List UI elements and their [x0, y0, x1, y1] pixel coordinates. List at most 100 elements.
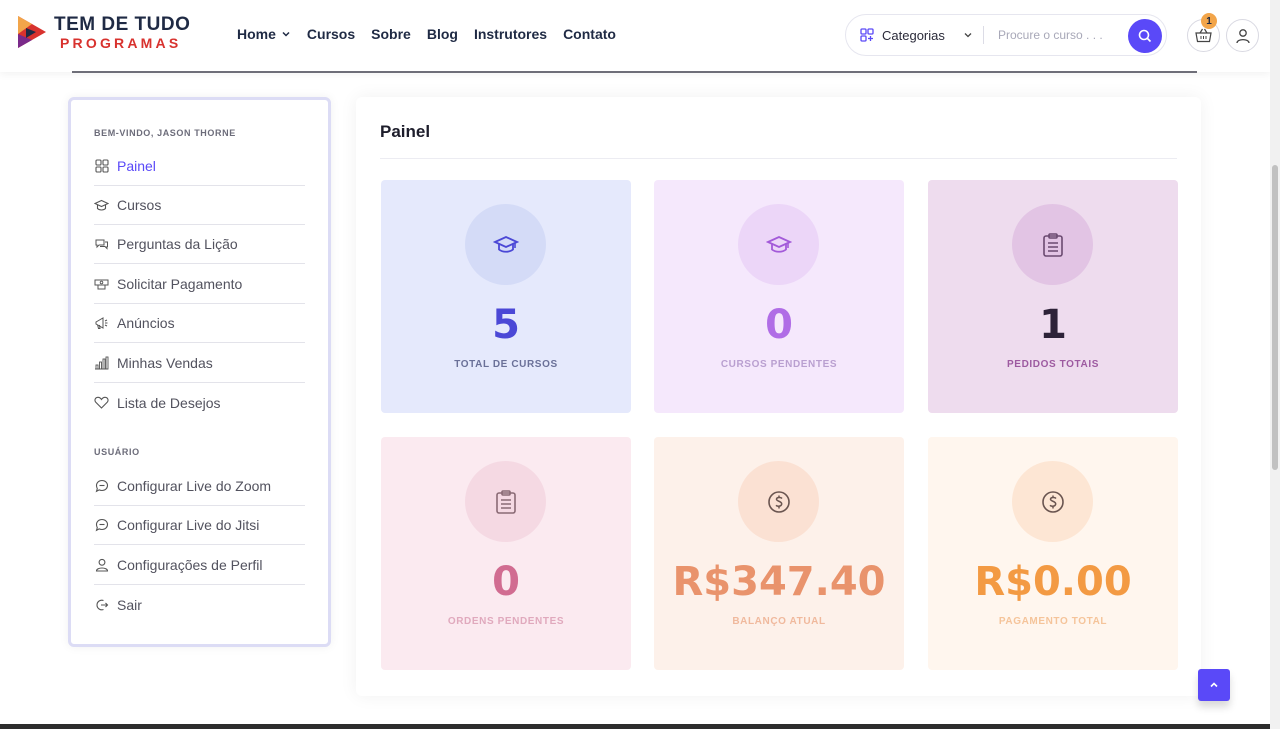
stat-card-cursos-pendentes: 0 CURSOS PENDENTES: [654, 180, 904, 413]
sidebar-item-label: Solicitar Pagamento: [117, 276, 243, 292]
sidebar-item-sair[interactable]: Sair: [94, 585, 305, 624]
main-nav: Home Cursos Sobre Blog Instrutores Conta…: [237, 26, 616, 42]
brand-logo[interactable]: TEM DE TUDO PROGRAMAS: [16, 14, 190, 50]
bar-chart-icon: [94, 356, 109, 371]
sidebar-item-label: Configurar Live do Zoom: [117, 478, 272, 494]
sidebar-item-label: Minhas Vendas: [117, 355, 213, 371]
bottom-edge: [0, 724, 1270, 729]
nav-instrutores[interactable]: Instrutores: [474, 26, 547, 42]
nav-home-label: Home: [237, 26, 276, 42]
site-header: TEM DE TUDO PROGRAMAS Home Cursos Sobre …: [0, 0, 1270, 72]
user-section-heading: USUÁRIO: [94, 447, 140, 457]
brand-name: TEM DE TUDO: [54, 13, 191, 35]
user-account-button[interactable]: [1226, 19, 1259, 52]
card-label: ORDENS PENDENTES: [447, 616, 565, 627]
cart-count-badge: 1: [1201, 13, 1217, 29]
stat-card-balanco-atual: R$347.40 BALANÇO ATUAL: [654, 437, 904, 670]
sidebar-item-perguntas[interactable]: Perguntas da Lição: [94, 225, 305, 264]
graduation-cap-icon: [94, 198, 109, 213]
dollar-icon: [1041, 490, 1064, 513]
header-divider: [72, 71, 1197, 73]
scrollbar-thumb[interactable]: [1272, 165, 1278, 470]
nav-blog[interactable]: Blog: [427, 26, 458, 42]
sidebar-item-label: Anúncios: [117, 315, 175, 331]
sidebar-item-label: Sair: [117, 596, 142, 613]
dashboard-sidebar: BEM-VINDO, JASON THORNE Painel Cursos Pe…: [68, 97, 331, 647]
stat-card-pedidos-totais: 1 PEDIDOS TOTAIS: [928, 180, 1178, 413]
card-icon-circle: [738, 204, 819, 285]
stat-card-total-cursos: 5 TOTAL DE CURSOS: [381, 180, 631, 413]
sidebar-item-minhas-vendas[interactable]: Minhas Vendas: [94, 344, 305, 383]
sidebar-item-solicitar-pagamento[interactable]: Solicitar Pagamento: [94, 265, 305, 304]
category-label: Categorias: [882, 27, 945, 43]
card-value: 0: [765, 302, 793, 348]
graduation-cap-icon: [492, 235, 519, 253]
sidebar-item-jitsi[interactable]: Configurar Live do Jitsi: [94, 506, 305, 545]
search-input[interactable]: [984, 28, 1114, 42]
scroll-to-top-button[interactable]: [1198, 669, 1230, 701]
user-icon: [94, 558, 109, 573]
comment-icon: [94, 479, 109, 494]
stat-card-ordens-pendentes: 0 ORDENS PENDENTES: [381, 437, 631, 670]
card-label: PEDIDOS TOTAIS: [1007, 359, 1099, 370]
logout-icon: [94, 597, 109, 612]
chevron-up-icon: [1210, 682, 1218, 688]
sidebar-item-label: Painel: [117, 158, 156, 174]
sidebar-item-perfil[interactable]: Configurações de Perfil: [94, 546, 305, 585]
sidebar-item-label: Configurar Live do Jitsi: [117, 517, 260, 533]
category-grid-icon: [860, 28, 874, 42]
nav-sobre[interactable]: Sobre: [371, 26, 411, 42]
logo-play-icon: [18, 16, 46, 48]
sidebar-item-lista-desejos[interactable]: Lista de Desejos: [94, 383, 305, 422]
sidebar-item-label: Lista de Desejos: [117, 394, 221, 411]
user-icon: [1235, 28, 1250, 43]
title-divider: [380, 158, 1177, 159]
sidebar-item-label: Perguntas da Lição: [117, 236, 238, 252]
card-label: PAGAMENTO TOTAL: [998, 616, 1108, 627]
clipboard-icon: [1042, 232, 1063, 257]
card-label: CURSOS PENDENTES: [720, 359, 838, 370]
card-value: 1: [1039, 302, 1067, 348]
card-value: 0: [492, 559, 520, 605]
heart-icon: [94, 395, 109, 410]
nav-home[interactable]: Home: [237, 26, 291, 42]
page-scrollbar[interactable]: [1270, 0, 1280, 729]
stat-card-pagamento-total: R$0.00 PAGAMENTO TOTAL: [928, 437, 1178, 670]
search-bar: Categorias: [845, 14, 1167, 56]
category-dropdown[interactable]: Categorias: [846, 28, 983, 43]
card-label: TOTAL DE CURSOS: [454, 359, 558, 370]
chevron-down-icon: [964, 33, 972, 38]
card-icon-circle: [1012, 204, 1093, 285]
graduation-cap-icon: [765, 235, 792, 253]
dashboard-panel: Painel 5 TOTAL DE CURSOS 0 CURSOS PENDEN…: [356, 97, 1201, 696]
card-icon-circle: [465, 461, 546, 542]
card-icon-circle: [465, 204, 546, 285]
search-button[interactable]: [1128, 19, 1162, 53]
money-icon: [94, 277, 109, 292]
card-value: R$0.00: [974, 559, 1132, 605]
page-title: Painel: [380, 122, 431, 141]
basket-icon: [1195, 28, 1212, 43]
grid-icon: [94, 159, 109, 174]
chat-icon: [94, 237, 109, 252]
dollar-icon: [767, 490, 790, 513]
sidebar-item-zoom[interactable]: Configurar Live do Zoom: [94, 467, 305, 506]
megaphone-icon: [94, 316, 109, 331]
search-icon: [1138, 29, 1152, 43]
card-icon-circle: [1012, 461, 1093, 542]
brand-subtitle: PROGRAMAS: [60, 34, 182, 51]
sidebar-item-anuncios[interactable]: Anúncios: [94, 304, 305, 343]
card-value: R$347.40: [672, 559, 886, 605]
sidebar-item-painel[interactable]: Painel: [94, 147, 305, 186]
card-icon-circle: [738, 461, 819, 542]
nav-contato[interactable]: Contato: [563, 26, 616, 42]
chevron-down-icon: [282, 31, 290, 37]
sidebar-item-cursos[interactable]: Cursos: [94, 186, 305, 225]
card-label: BALANÇO ATUAL: [732, 616, 826, 627]
nav-cursos[interactable]: Cursos: [307, 26, 355, 42]
clipboard-icon: [495, 489, 516, 514]
sidebar-item-label: Cursos: [117, 197, 162, 213]
card-value: 5: [492, 302, 520, 348]
cart-button[interactable]: 1: [1187, 13, 1220, 52]
welcome-heading: BEM-VINDO, JASON THORNE: [94, 128, 236, 138]
